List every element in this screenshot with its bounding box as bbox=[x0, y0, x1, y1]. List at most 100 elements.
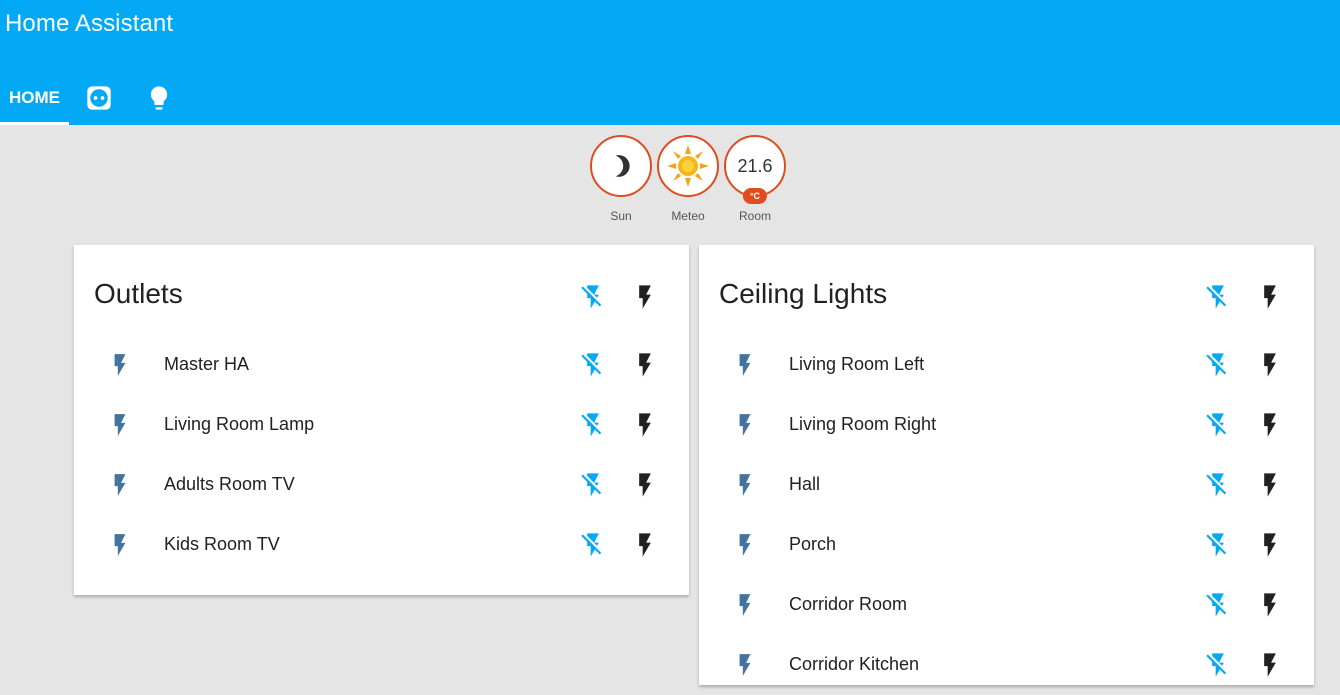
flash-icon bbox=[631, 411, 659, 439]
turn-on-button[interactable] bbox=[1256, 351, 1284, 379]
badge-bar: Sun Meteo 21.6 °C Room bbox=[590, 135, 790, 230]
entity-name[interactable]: Master HA bbox=[164, 354, 249, 375]
entity-name[interactable]: Hall bbox=[789, 474, 820, 495]
entity-name[interactable]: Porch bbox=[789, 534, 836, 555]
sun-icon bbox=[666, 144, 710, 188]
flash-icon bbox=[1256, 531, 1284, 559]
flash-off-icon bbox=[579, 471, 607, 499]
turn-off-button[interactable] bbox=[1204, 591, 1232, 619]
entity-row: Master HA bbox=[74, 335, 689, 395]
entity-row: Living Room Right bbox=[699, 395, 1314, 455]
lightbulb-icon bbox=[145, 84, 173, 112]
card-title: Ceiling Lights bbox=[719, 278, 888, 309]
turn-off-button[interactable] bbox=[579, 351, 607, 379]
moon-icon bbox=[608, 153, 634, 179]
flash-icon bbox=[631, 471, 659, 499]
ceiling-lights-card: Ceiling Lights Living Room Left Living Ro… bbox=[699, 245, 1314, 685]
turn-off-button[interactable] bbox=[1204, 651, 1232, 679]
turn-on-button[interactable] bbox=[1256, 591, 1284, 619]
flash-icon[interactable] bbox=[107, 532, 133, 558]
flash-off-icon bbox=[1204, 651, 1232, 679]
entity-row: Living Room Left bbox=[699, 335, 1314, 395]
entity-row: Corridor Kitchen bbox=[699, 635, 1314, 695]
badge-room-unit: °C bbox=[742, 188, 768, 204]
turn-all-on-button[interactable] bbox=[1256, 283, 1284, 311]
flash-icon bbox=[1256, 283, 1284, 311]
flash-off-icon bbox=[579, 283, 607, 311]
entity-name[interactable]: Adults Room TV bbox=[164, 474, 295, 495]
badge-meteo-label: Meteo bbox=[671, 209, 705, 223]
flash-icon bbox=[631, 351, 659, 379]
flash-off-icon bbox=[1204, 351, 1232, 379]
tab-outlets[interactable] bbox=[84, 70, 114, 125]
flash-off-icon bbox=[1204, 471, 1232, 499]
flash-off-icon bbox=[1204, 531, 1232, 559]
flash-icon bbox=[1256, 471, 1284, 499]
flash-off-icon bbox=[1204, 591, 1232, 619]
flash-icon bbox=[631, 283, 659, 311]
flash-icon[interactable] bbox=[732, 412, 758, 438]
flash-off-icon bbox=[1204, 283, 1232, 311]
turn-on-button[interactable] bbox=[1256, 651, 1284, 679]
entity-row: Kids Room TV bbox=[74, 515, 689, 575]
badge-room-label: Room bbox=[738, 209, 771, 223]
flash-icon[interactable] bbox=[107, 352, 133, 378]
flash-icon[interactable] bbox=[732, 592, 758, 618]
badge-room-value: 21.6 bbox=[737, 155, 773, 176]
flash-icon[interactable] bbox=[107, 412, 133, 438]
turn-on-button[interactable] bbox=[631, 411, 659, 439]
turn-all-on-button[interactable] bbox=[631, 283, 659, 311]
turn-on-button[interactable] bbox=[631, 531, 659, 559]
badge-sun[interactable]: Sun bbox=[590, 135, 652, 223]
flash-off-icon bbox=[579, 411, 607, 439]
badge-meteo[interactable]: Meteo bbox=[657, 135, 719, 223]
entity-row: Hall bbox=[699, 455, 1314, 515]
turn-on-button[interactable] bbox=[631, 351, 659, 379]
turn-off-button[interactable] bbox=[1204, 471, 1232, 499]
turn-on-button[interactable] bbox=[631, 471, 659, 499]
turn-all-off-button[interactable] bbox=[579, 283, 607, 311]
turn-on-button[interactable] bbox=[1256, 531, 1284, 559]
flash-off-icon bbox=[579, 531, 607, 559]
flash-icon bbox=[1256, 351, 1284, 379]
turn-off-button[interactable] bbox=[579, 411, 607, 439]
flash-icon[interactable] bbox=[732, 652, 758, 678]
flash-icon bbox=[1256, 651, 1284, 679]
flash-off-icon bbox=[579, 351, 607, 379]
app-header: Home Assistant HOME bbox=[0, 0, 1340, 125]
badge-sun-circle bbox=[590, 135, 652, 197]
flash-icon[interactable] bbox=[107, 472, 133, 498]
flash-icon[interactable] bbox=[732, 472, 758, 498]
entity-name[interactable]: Corridor Room bbox=[789, 594, 907, 615]
tab-lights[interactable] bbox=[144, 70, 174, 125]
badge-sun-label: Sun bbox=[610, 209, 632, 223]
power-socket-icon bbox=[85, 84, 113, 112]
tab-home-label: HOME bbox=[9, 87, 60, 107]
turn-all-off-button[interactable] bbox=[1204, 283, 1232, 311]
turn-off-button[interactable] bbox=[579, 471, 607, 499]
entity-row: Adults Room TV bbox=[74, 455, 689, 515]
badge-room-circle: 21.6 °C bbox=[724, 135, 786, 204]
entity-name[interactable]: Living Room Right bbox=[789, 414, 936, 435]
entity-name[interactable]: Living Room Lamp bbox=[164, 414, 314, 435]
flash-icon bbox=[1256, 411, 1284, 439]
flash-icon[interactable] bbox=[732, 352, 758, 378]
entity-name[interactable]: Kids Room TV bbox=[164, 534, 280, 555]
tab-home[interactable]: HOME bbox=[0, 70, 69, 125]
flash-icon[interactable] bbox=[732, 532, 758, 558]
turn-on-button[interactable] bbox=[1256, 411, 1284, 439]
entity-row: Living Room Lamp bbox=[74, 395, 689, 455]
app-title: Home Assistant bbox=[5, 10, 174, 37]
turn-off-button[interactable] bbox=[579, 531, 607, 559]
turn-off-button[interactable] bbox=[1204, 531, 1232, 559]
badge-room[interactable]: 21.6 °C Room bbox=[724, 135, 786, 223]
turn-on-button[interactable] bbox=[1256, 471, 1284, 499]
outlets-card: Outlets Master HA Living Room Lamp Adults … bbox=[74, 245, 689, 595]
flash-icon bbox=[1256, 591, 1284, 619]
entity-name[interactable]: Living Room Left bbox=[789, 354, 924, 375]
entity-row: Corridor Room bbox=[699, 575, 1314, 635]
turn-off-button[interactable] bbox=[1204, 411, 1232, 439]
flash-icon bbox=[631, 531, 659, 559]
flash-off-icon bbox=[1204, 411, 1232, 439]
turn-off-button[interactable] bbox=[1204, 351, 1232, 379]
